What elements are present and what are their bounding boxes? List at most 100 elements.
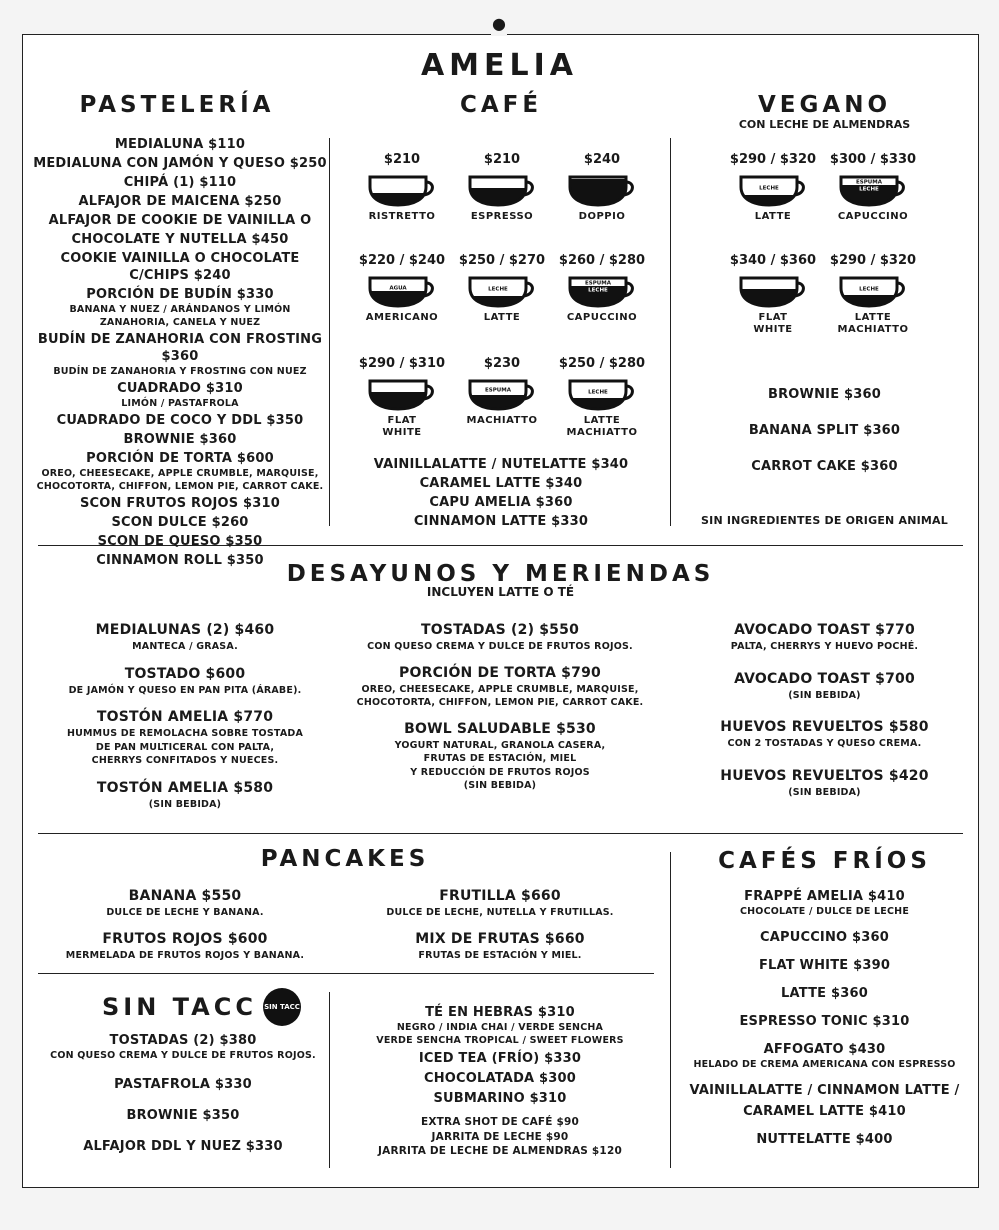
menu-item-desc: LIMÓN / PASTAFROLA [121,398,239,409]
cup-graphic: LECHE [823,274,923,308]
cup-price: $220 / $240 [358,253,446,268]
te-item: CHOCOLATADA $300 [345,1070,655,1087]
breakfast-item-desc: MANTECA / GRASA. [132,641,238,652]
menu-item-name: SCON DE QUESO $350 [97,534,263,549]
cup-layer-label: LECHE [488,287,508,293]
pancake-item-desc: DULCE DE LECHE Y BANANA. [106,907,264,918]
cup-graphic: LECHE [552,377,652,411]
divider [329,992,330,1168]
breakfast-item-name: HUEVOS REVUELTOS $420 [720,767,929,784]
breakfast-item-name: AVOCADO TOAST $700 [734,670,915,687]
menu-item-name: MEDIALUNA $110 [114,137,246,152]
cup-item: $210 RISTRETTO [352,152,452,223]
pancake-item: MIX DE FRUTAS $660 FRUTAS DE ESTACIÓN Y M… [345,930,655,962]
cup-label: AMERICANO [352,312,452,324]
breakfast-item-desc: CON QUESO CREMA Y DULCE DE FRUTOS ROJOS. [367,641,633,652]
cup-graphic [352,173,452,207]
vegano-subheading: CON LECHE DE ALMENDRAS [738,118,911,131]
pancake-item: FRUTILLA $660 DULCE DE LECHE, NUTELLA Y F… [345,887,655,919]
pancake-item-name: FRUTOS ROJOS $600 [102,931,268,947]
pancake-item: BANANA $550 DULCE DE LECHE Y BANANA. [40,887,330,919]
vegano-note: SIN INGREDIENTES DE ORIGEN ANIMAL [701,514,948,527]
menu-item-desc: OREO, CHEESECAKE, APPLE CRUMBLE, MARQUIS… [41,468,319,479]
cafe-extra-item: VAINILLALATTE / NUTELATTE $340 [373,457,629,472]
breakfast-item-desc: Y REDUCCIÓN DE FRUTOS ROJOS [410,766,590,778]
breakfast-item-name: TOSTÓN AMELIA $580 [96,779,274,796]
cup-layer-label: LECHE [588,390,608,396]
cup-graphic [552,173,652,207]
cup-label: LATTE MACHIATTO [823,312,923,336]
frio-item-name: CAPUCCINO $360 [759,930,890,945]
pancake-item-desc: DULCE DE LECHE, NUTELLA Y FRUTILLAS. [386,907,614,918]
cup-label: CAPUCCINO [823,211,923,223]
cup-label: RISTRETTO [352,211,452,223]
breakfast-item: BOWL SALUDABLE $530 YOGURT NATURAL, GRANO… [345,720,655,793]
breakfast-item: TOSTÓN AMELIA $770 HUMMUS DE REMOLACHA SO… [40,708,330,768]
cup-label-line: MACHIATTO [837,324,909,335]
frio-item-name: FLAT WHITE $390 [758,958,891,973]
vegano-item: BANANA SPLIT $360 [748,423,901,438]
coffee-cup-icon: LECHE [839,276,905,308]
frios-list: FRAPPÉ AMELIA $410 CHOCOLATE / DULCE DE L… [670,888,979,1159]
cup-item: $250 / $270 LECHE LATTE [452,253,552,324]
menu-item-name: PORCIÓN DE TORTA $600 [86,451,274,466]
breakfast-item-name: HUEVOS REVUELTOS $580 [720,719,929,735]
cup-price: $250 / $280 [558,356,646,371]
coffee-cup-icon: ESPUMALECHE [568,276,634,308]
cup-layer-label: ESPUMA [485,388,512,394]
frio-item: CAPUCCINO $360 [670,929,979,946]
cup-item: $220 / $240 AGUA AMERICANO [352,253,452,324]
menu-item-desc: CHOCOTORTA, CHIFFON, LEMON PIE, CARROT C… [36,481,324,492]
coffee-cup-icon: ESPUMA [468,379,534,411]
vegano-item: CARROT CAKE $360 [751,459,898,474]
cafe-extras: VAINILLALATTE / NUTELATTE $340 CARAMEL LA… [332,456,670,532]
cafe-heading: CAFÉ [459,92,543,118]
cup-label-line: MACHIATTO [466,415,538,426]
sintacc-heading: SIN TACC [102,993,257,1021]
coffee-cup-icon: LECHE [468,276,534,308]
cup-layer-label: ESPUMA [856,180,883,186]
cup-layer-label: ESPUMA [585,281,612,287]
cup-item: $290 / $320 LECHE LATTE [723,152,823,223]
cup-item: $300 / $330 ESPUMA LECHE CAPUCCINO [823,152,923,223]
coffee-cup-icon [568,175,634,207]
cup-price: $290 / $320 [829,253,917,268]
menu-item-name: BROWNIE $360 [123,432,237,447]
breakfast-item-desc: (SIN BEBIDA) [148,798,222,810]
pasteleria-heading: PASTELERÍA [79,92,275,118]
breakfast-item: TOSTADO $600 DE JAMÓN Y QUESO EN PAN PITA… [40,665,330,698]
cup-label-line: FLAT [758,312,788,323]
breakfast-item-desc: DE PAN MULTICERAL CON PALTA, [95,741,275,753]
frio-item: CARAMEL LATTE $410 [670,1103,979,1120]
frio-item: NUTTELATTE $400 [670,1131,979,1148]
cup-graphic: LECHE [723,274,823,308]
cup-label: MACHIATTO [452,415,552,427]
cup-label-line: ESPRESSO [470,211,534,222]
sintacc-item: PASTAFROLA $330 [38,1076,328,1093]
cup-price: $250 / $270 [458,253,546,268]
cup-item: $290 / $320 LECHE LATTE MACHIATTO [823,253,923,336]
menu-item-name: MEDIALUNA CON JAMÓN Y QUESO $250 [33,156,327,171]
cup-label-line: RISTRETTO [368,211,436,222]
cup-label: LATTE [723,211,823,223]
breakfast-item: AVOCADO TOAST $700 (SIN BEBIDA) [670,670,979,703]
cup-layer-label: AGUA [389,286,407,292]
cup-label: DOPPIO [552,211,652,223]
breakfast-item-desc: (SIN BEBIDA) [788,786,861,798]
pancake-item-name: BANANA $550 [128,888,242,904]
frio-item-name: ESPRESSO TONIC $310 [739,1014,910,1029]
breakfast-item: HUEVOS REVUELTOS $420 (SIN BEBIDA) [670,767,979,800]
menu-item-name: CUADRADO $310 [117,381,243,396]
frio-item-name: FRAPPÉ AMELIA $410 [744,889,905,904]
cup-price: $230 [483,356,521,371]
cup-graphic: LECHE [352,377,452,411]
te-item-name: SUBMARINO $310 [433,1091,567,1106]
te-item-name: TÉ EN HEBRAS $310 [425,1005,575,1020]
frio-item: FLAT WHITE $390 [670,957,979,974]
menu-item-desc: ZANAHORIA, CANELA Y NUEZ [99,317,261,328]
frio-item: ESPRESSO TONIC $310 [670,1013,979,1030]
menu-item-name: SCON FRUTOS ROJOS $310 [79,496,281,511]
pancake-item-name: FRUTILLA $660 [439,888,561,904]
te-item-desc: NEGRO / INDIA CHAI / VERDE SENCHA [396,1022,604,1033]
frio-item-name: VAINILLALATTE / CINNAMON LATTE / [689,1083,960,1098]
